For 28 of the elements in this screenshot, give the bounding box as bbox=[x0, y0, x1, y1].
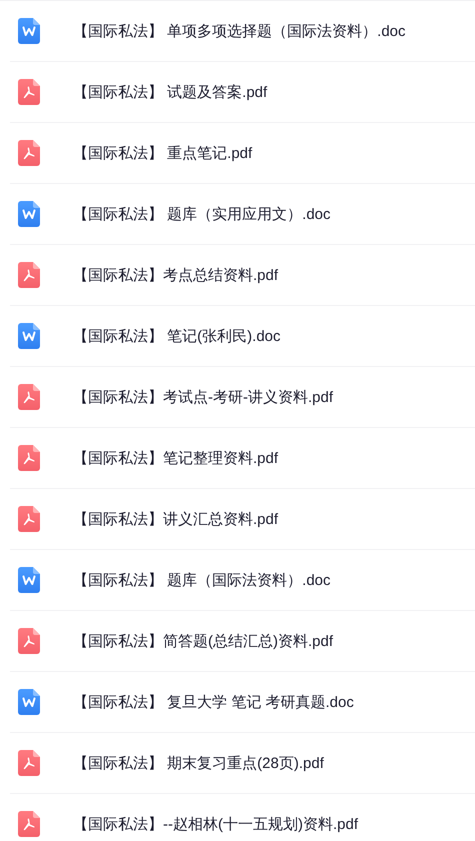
file-name[interactable]: 【国际私法】 题库（国际法资料）.doc bbox=[73, 570, 331, 590]
file-name[interactable]: 【国际私法】简答题(总结汇总)资料.pdf bbox=[73, 632, 334, 650]
file-name[interactable]: 【国际私法】 题库（实用应用文）.doc bbox=[73, 204, 331, 224]
pdf-icon bbox=[18, 506, 40, 532]
file-name[interactable]: 【国际私法】 试题及答案.pdf bbox=[73, 82, 268, 102]
pdf-icon bbox=[18, 140, 40, 166]
pdf-icon bbox=[18, 384, 40, 410]
file-name[interactable]: 【国际私法】考点总结资料.pdf bbox=[73, 266, 278, 284]
pdf-icon bbox=[18, 79, 40, 105]
file-name[interactable]: 【国际私法】 笔记(张利民).doc bbox=[73, 326, 281, 346]
document-icon bbox=[18, 689, 40, 715]
file-name[interactable]: 【国际私法】 期末复习重点(28页).pdf bbox=[73, 754, 324, 772]
file-name[interactable]: 【国际私法】讲义汇总资料.pdf bbox=[73, 510, 278, 528]
file-name[interactable]: 【国际私法】笔记整理资料.pdf bbox=[73, 448, 278, 468]
pdf-icon bbox=[18, 628, 40, 654]
file-name[interactable]: 【国际私法】 复旦大学 笔记 考研真题.doc bbox=[73, 692, 354, 712]
document-icon bbox=[18, 18, 40, 44]
document-icon bbox=[18, 201, 40, 227]
pdf-icon bbox=[18, 445, 40, 471]
file-name[interactable]: 【国际私法】 重点笔记.pdf bbox=[73, 144, 252, 162]
document-icon bbox=[18, 567, 40, 593]
pdf-icon bbox=[18, 811, 40, 837]
file-name[interactable]: 【国际私法】考试点-考研-讲义资料.pdf bbox=[73, 388, 334, 406]
file-name[interactable]: 【国际私法】 单项多项选择题（国际法资料）.doc bbox=[73, 22, 406, 40]
file-name[interactable]: 【国际私法】--赵相林(十一五规划)资料.pdf bbox=[73, 814, 358, 834]
document-icon bbox=[18, 323, 40, 349]
pdf-icon bbox=[18, 262, 40, 288]
pdf-icon bbox=[18, 750, 40, 776]
